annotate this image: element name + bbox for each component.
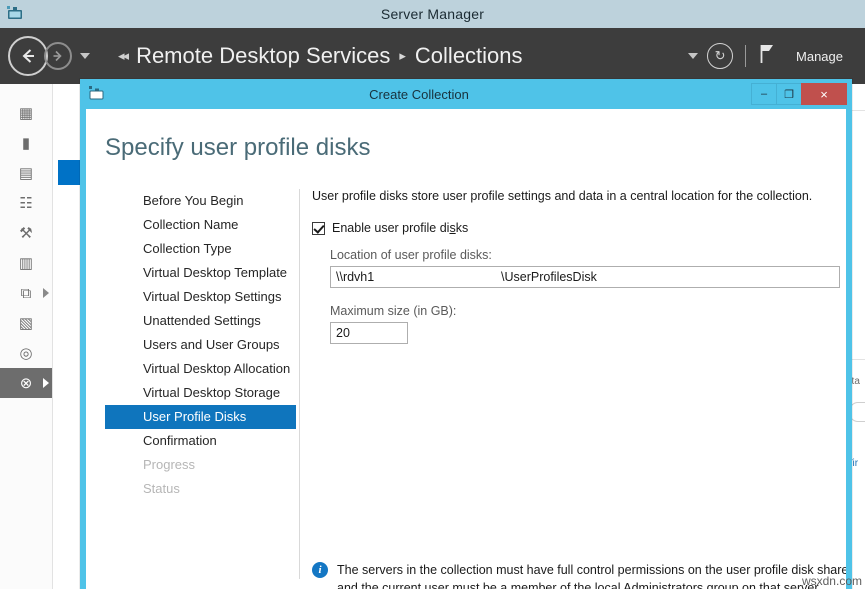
wizard-step-virtual-desktop-allocation[interactable]: Virtual Desktop Allocation: [105, 357, 296, 381]
wizard-step-unattended-settings[interactable]: Unattended Settings: [105, 309, 296, 333]
breadcrumb-item-collections[interactable]: Collections: [415, 43, 523, 69]
server-manager-titlebar: Server Manager: [0, 0, 865, 28]
rail-item-all-servers[interactable]: ▤: [0, 158, 52, 188]
refresh-glyph: ↻: [715, 48, 726, 64]
dialog-title: Create Collection: [86, 87, 752, 102]
wizard-step-before-you-begin[interactable]: Before You Begin: [105, 189, 296, 213]
server-manager-icon-rail: ▦ ▮ ▤ ☷ ⚒ ▥ ⧉ ▧ ◎ ⊗: [0, 84, 53, 589]
location-value-part1: \\rdvh1: [336, 270, 374, 284]
location-value-part2: \UserProfilesDisk: [501, 270, 597, 284]
window-controls: – ❐ ×: [752, 83, 847, 105]
note-line-2: and the current user must be a member of…: [337, 581, 821, 589]
checkbox-label-after: ks: [456, 221, 469, 235]
expand-arrow-icon[interactable]: [43, 288, 49, 298]
wizard-step-progress: Progress: [105, 453, 296, 477]
toolbar-divider: [745, 45, 746, 67]
server-manager-icon: [5, 4, 25, 24]
notifications-flag-icon[interactable]: [758, 43, 776, 70]
manage-menu[interactable]: Manage: [796, 49, 843, 64]
page-title: Specify user profile disks: [105, 134, 370, 162]
rail-item-shares[interactable]: ⧉: [0, 278, 52, 308]
navigation-ribbon: ◂◂ Remote Desktop Services ▸ Collections…: [0, 28, 865, 84]
rail-item-volumes[interactable]: ▧: [0, 308, 52, 338]
forward-arrow-icon[interactable]: [44, 42, 72, 70]
chevron-down-icon[interactable]: [80, 53, 90, 59]
wizard-step-user-profile-disks[interactable]: User Profile Disks: [105, 405, 296, 429]
storage-icon: ▥: [0, 256, 52, 271]
info-icon: i: [312, 562, 328, 578]
rail-item-local-server[interactable]: ▮: [0, 128, 52, 158]
wizard-step-list: Before You Begin Collection Name Collect…: [105, 189, 296, 501]
wizard-step-collection-type[interactable]: Collection Type: [105, 237, 296, 261]
file-and-storage-services-icon: ☷: [0, 196, 52, 211]
back-arrow-icon[interactable]: [8, 36, 48, 76]
max-size-label: Maximum size (in GB):: [330, 304, 824, 318]
enable-user-profile-disks-label: Enable user profile disks: [332, 221, 468, 235]
location-field-group: Location of user profile disks: \\rdvh1 …: [330, 248, 824, 344]
app-title: Server Manager: [381, 6, 484, 22]
enable-user-profile-disks-row[interactable]: Enable user profile disks: [312, 221, 824, 235]
local-server-icon: ▮: [0, 136, 52, 151]
dialog-body: Specify user profile disks Before You Be…: [86, 109, 846, 589]
all-servers-icon: ▤: [0, 166, 52, 181]
rail-item-dashboard[interactable]: ▦: [0, 98, 52, 128]
rail-item-remote-desktop-services[interactable]: ⊗: [0, 368, 52, 398]
ribbon-right-tools: ↻ Manage: [688, 28, 865, 84]
permissions-note: i The servers in the collection must hav…: [312, 561, 846, 589]
volumes-icon: ▧: [0, 316, 52, 331]
close-button[interactable]: ×: [801, 83, 847, 105]
expand-arrow-icon-rds[interactable]: [43, 378, 49, 388]
tools-icon: ⚒: [0, 226, 52, 241]
dialog-titlebar[interactable]: Create Collection – ❐ ×: [80, 79, 852, 109]
max-size-value: 20: [336, 326, 350, 340]
forward-arrow-glyph: [50, 48, 66, 64]
enable-user-profile-disks-checkbox[interactable]: [312, 222, 325, 235]
refresh-icon[interactable]: ↻: [707, 43, 733, 69]
rail-item-storage[interactable]: ▥: [0, 248, 52, 278]
rail-item-disks[interactable]: ◎: [0, 338, 52, 368]
intro-text: User profile disks store user profile se…: [312, 189, 824, 203]
wizard-step-virtual-desktop-template[interactable]: Virtual Desktop Template: [105, 261, 296, 285]
back-arrow-glyph: [17, 45, 39, 67]
breadcrumb-item-remote-desktop-services[interactable]: Remote Desktop Services: [136, 43, 390, 69]
dashboard-icon: ▦: [0, 106, 52, 121]
location-input[interactable]: \\rdvh1 \UserProfilesDisk: [330, 266, 840, 288]
wizard-step-confirmation[interactable]: Confirmation: [105, 429, 296, 453]
location-label: Location of user profile disks:: [330, 248, 824, 262]
disks-icon: ◎: [0, 346, 52, 361]
history-nav-group: [8, 36, 90, 76]
permissions-note-text: The servers in the collection must have …: [337, 561, 846, 589]
note-line-1: The servers in the collection must have …: [337, 563, 846, 577]
breadcrumb-separator: ▸: [399, 48, 406, 64]
flag-glyph: [758, 43, 776, 65]
wizard-content-pane: User profile disks store user profile se…: [312, 189, 824, 344]
rail-item-tools[interactable]: ⚒: [0, 218, 52, 248]
screen: Server Manager ◂◂ Remote Desktop Service…: [0, 0, 865, 589]
wizard-step-virtual-desktop-storage[interactable]: Virtual Desktop Storage: [105, 381, 296, 405]
wizard-step-status: Status: [105, 477, 296, 501]
rail-item-file-and-storage-services[interactable]: ☷: [0, 188, 52, 218]
wizard-step-users-and-user-groups[interactable]: Users and User Groups: [105, 333, 296, 357]
minimize-button[interactable]: –: [751, 83, 777, 105]
maximize-button[interactable]: ❐: [776, 83, 802, 105]
breadcrumb: ◂◂ Remote Desktop Services ▸ Collections: [118, 43, 523, 69]
double-chevron-left-icon[interactable]: ◂◂: [118, 48, 127, 64]
wizard-divider: [299, 189, 300, 579]
chevron-down-icon-right[interactable]: [688, 53, 698, 59]
checkbox-label-before: Enable user profile di: [332, 221, 449, 235]
wizard-step-virtual-desktop-settings[interactable]: Virtual Desktop Settings: [105, 285, 296, 309]
wizard-step-collection-name[interactable]: Collection Name: [105, 213, 296, 237]
max-size-input[interactable]: 20: [330, 322, 408, 344]
watermark: wsxdn.com: [802, 574, 862, 588]
